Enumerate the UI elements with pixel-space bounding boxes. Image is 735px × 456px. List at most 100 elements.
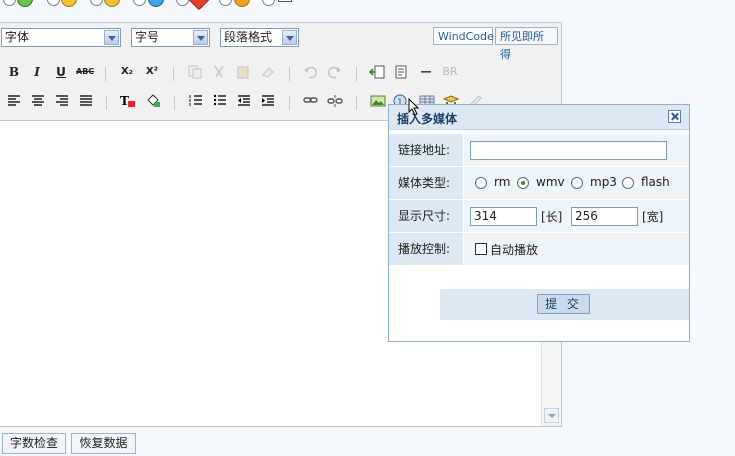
restore-data-button[interactable]: 恢复数据 <box>71 433 136 454</box>
toolbar-divider <box>106 96 107 110</box>
emoticon-selector-row <box>0 0 300 11</box>
insert-image-icon[interactable] <box>369 92 387 110</box>
align-right-icon[interactable] <box>53 92 71 110</box>
link-icon[interactable] <box>302 92 320 110</box>
line-break-button[interactable]: BR <box>441 63 459 81</box>
radio-rm[interactable] <box>475 177 487 189</box>
media-type-options: rm wmv mp3 flash <box>464 167 689 199</box>
toolbar-divider <box>356 96 357 110</box>
font-size-select[interactable]: 字号 <box>131 28 210 47</box>
mouse-cursor-icon <box>408 98 420 116</box>
playback-control-row: 播放控制: 自动播放 <box>389 233 689 266</box>
smile-green-icon <box>17 0 33 7</box>
heart-icon <box>187 0 211 11</box>
height-input[interactable]: 256 <box>571 207 638 226</box>
emoticon-radio[interactable] <box>47 0 60 6</box>
width-input[interactable]: 314 <box>470 207 537 226</box>
smile-yellow-icon <box>61 0 77 7</box>
dialog-header: 插入多媒体 <box>389 105 689 130</box>
emoticon-radio[interactable] <box>176 0 189 6</box>
italic-button[interactable]: I <box>28 63 46 81</box>
height-unit-label: [宽] <box>642 210 664 224</box>
toolbar-divider <box>105 67 106 81</box>
radio-wmv[interactable] <box>517 177 529 189</box>
scroll-down-arrow-icon[interactable] <box>544 408 559 423</box>
redo-icon[interactable] <box>326 63 344 81</box>
radio-mp3-label: mp3 <box>590 175 617 189</box>
paste-icon[interactable] <box>234 63 252 81</box>
close-icon[interactable] <box>668 110 681 123</box>
smile-orange-icon <box>234 0 250 7</box>
dialog-title: 插入多媒体 <box>397 112 458 126</box>
tab-windcode[interactable]: WindCode <box>433 27 494 45</box>
superscript-button[interactable]: X² <box>143 63 161 81</box>
playback-control-label: 播放控制: <box>389 233 463 265</box>
indent-icon[interactable] <box>259 92 277 110</box>
playback-control-fields: 自动播放 <box>464 233 689 265</box>
unordered-list-icon[interactable] <box>211 92 229 110</box>
smile-blue-icon <box>148 0 164 7</box>
link-address-value-cell <box>464 134 689 166</box>
display-size-fields: 314 [长] 256 [宽] <box>464 200 689 232</box>
toolbar-divider <box>289 67 290 81</box>
ordered-list-icon[interactable] <box>187 92 205 110</box>
eraser-icon[interactable] <box>259 63 277 81</box>
autoplay-label: 自动播放 <box>490 243 539 257</box>
radio-wmv-label: wmv <box>536 175 565 189</box>
toolbar-divider <box>289 96 290 110</box>
align-left-icon[interactable] <box>5 92 23 110</box>
font-size-select-value: 字号 <box>135 30 160 44</box>
underline-button[interactable]: U <box>52 63 70 81</box>
horizontal-rule-button[interactable]: — <box>417 63 435 81</box>
emoticon-radio[interactable] <box>262 0 275 6</box>
strikethrough-button[interactable]: ABC <box>76 63 94 81</box>
align-center-icon[interactable] <box>29 92 47 110</box>
unlink-icon[interactable] <box>326 92 344 110</box>
insert-multimedia-dialog: 插入多媒体 链接地址: 媒体类型: rm wmv mp3 flash 显示尺寸:… <box>388 104 690 342</box>
radio-flash-label: flash <box>641 175 670 189</box>
paragraph-format-select[interactable]: 段落格式 <box>220 28 299 47</box>
cut-icon[interactable] <box>210 63 228 81</box>
chevron-down-icon[interactable] <box>282 30 297 45</box>
radio-rm-label: rm <box>494 175 511 189</box>
insert-paragraph-icon[interactable] <box>368 63 386 81</box>
emoticon-radio[interactable] <box>133 0 146 6</box>
radio-mp3[interactable] <box>571 177 583 189</box>
toolbar-divider <box>174 96 175 110</box>
background-color-icon[interactable] <box>144 92 162 110</box>
link-address-row: 链接地址: <box>389 134 689 167</box>
page-break-icon[interactable] <box>393 63 411 81</box>
link-address-label: 链接地址: <box>389 134 463 166</box>
undo-icon[interactable] <box>301 63 319 81</box>
submit-row: 提 交 <box>440 289 689 320</box>
emoticon-radio[interactable] <box>219 0 232 6</box>
outdent-icon[interactable] <box>235 92 253 110</box>
chevron-down-icon[interactable] <box>104 30 119 45</box>
smile-yellow-icon <box>104 0 120 7</box>
copy-icon[interactable] <box>186 63 204 81</box>
emoticon-radio[interactable] <box>90 0 103 6</box>
link-address-input[interactable] <box>470 141 667 160</box>
autoplay-checkbox[interactable] <box>475 243 487 255</box>
radio-flash[interactable] <box>622 177 634 189</box>
tab-wysiwyg[interactable]: 所见即所得 <box>495 27 558 61</box>
submit-button[interactable]: 提 交 <box>537 294 590 314</box>
display-size-row: 显示尺寸: 314 [长] 256 [宽] <box>389 200 689 233</box>
toolbar-divider <box>356 67 357 81</box>
svg-text:T: T <box>120 94 129 108</box>
word-count-button[interactable]: 字数检查 <box>2 433 66 454</box>
chevron-down-icon[interactable] <box>193 30 208 45</box>
font-select-value: 字体 <box>5 30 30 44</box>
font-select[interactable]: 字体 <box>1 28 121 47</box>
bold-button[interactable]: B <box>5 63 23 81</box>
media-type-label: 媒体类型: <box>389 167 463 199</box>
cart-icon <box>278 0 292 2</box>
align-justify-icon[interactable] <box>77 92 95 110</box>
paragraph-format-select-value: 段落格式 <box>224 30 273 44</box>
emoticon-radio[interactable] <box>3 0 16 6</box>
media-type-row: 媒体类型: rm wmv mp3 flash <box>389 167 689 200</box>
text-color-icon[interactable]: T <box>119 92 137 110</box>
subscript-button[interactable]: X₂ <box>118 63 136 81</box>
toolbar-divider <box>173 67 174 81</box>
display-size-label: 显示尺寸: <box>389 200 463 232</box>
